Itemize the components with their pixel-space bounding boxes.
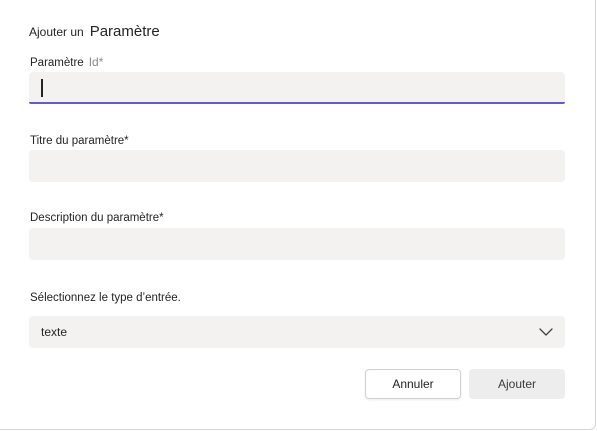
cancel-button[interactable]: Annuler xyxy=(365,369,461,399)
param-id-input[interactable] xyxy=(29,72,565,104)
chevron-down-icon xyxy=(539,328,553,336)
input-type-label-text: Sélectionnez le type d’entrée. xyxy=(30,292,181,304)
param-description-input[interactable] xyxy=(29,228,565,260)
param-description-label-text: Description du paramètre* xyxy=(30,212,164,224)
dialog-title-main: Paramètre xyxy=(89,23,160,40)
text-caret xyxy=(41,79,43,97)
param-title-input[interactable] xyxy=(29,150,565,182)
dialog-title: Ajouter un Paramètre xyxy=(29,23,160,40)
param-title-label: Titre du paramètre* xyxy=(30,135,129,147)
add-parameter-dialog: Ajouter un Paramètre Paramètre Id* Titre… xyxy=(0,0,596,430)
param-id-label-text: Paramètre xyxy=(30,57,84,69)
param-id-label-suffix: Id* xyxy=(88,55,104,69)
param-id-label: Paramètre Id* xyxy=(30,55,103,69)
param-title-label-text: Titre du paramètre* xyxy=(30,135,129,147)
input-type-label: Sélectionnez le type d’entrée. xyxy=(30,292,181,304)
param-description-label: Description du paramètre* xyxy=(30,212,164,224)
dialog-title-prefix: Ajouter un xyxy=(29,25,84,39)
add-button[interactable]: Ajouter xyxy=(469,369,565,399)
input-type-selected-value: texte xyxy=(41,325,68,339)
input-type-select[interactable]: texte xyxy=(29,316,565,348)
